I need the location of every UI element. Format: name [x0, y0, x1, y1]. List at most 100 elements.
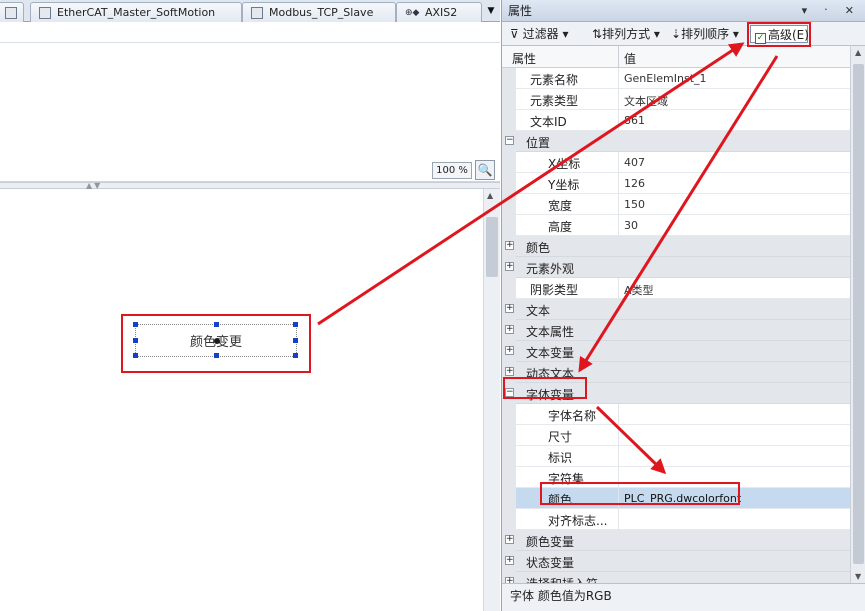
document-tab-modbus-slave[interactable]: Modbus_TCP_Slave: [242, 2, 396, 22]
property-name: 阴影类型: [530, 283, 579, 297]
chevron-down-icon[interactable]: ▼: [484, 4, 498, 18]
expand-icon[interactable]: +: [505, 304, 514, 313]
property-category-row[interactable]: + 元素外观: [502, 257, 850, 278]
column-divider: [618, 509, 619, 530]
property-category-row[interactable]: + 颜色: [502, 236, 850, 257]
properties-title-bar: 属性 ▾ ᛫ ✕: [502, 0, 865, 22]
property-name: 元素类型: [530, 94, 579, 108]
document-tab-0[interactable]: [0, 2, 24, 22]
panel-title: 属性: [508, 4, 533, 18]
row-gutter: [502, 68, 516, 89]
property-name: 元素名称: [530, 73, 579, 87]
expand-icon[interactable]: +: [505, 241, 514, 250]
sort-by-label: 排列方式: [602, 27, 651, 41]
panel-window-buttons[interactable]: ▾ ᛫ ✕: [802, 0, 860, 22]
property-row[interactable]: 字体名称: [502, 404, 850, 425]
property-value[interactable]: 407: [624, 156, 645, 169]
property-row[interactable]: 元素类型 文本区域: [502, 89, 850, 110]
row-gutter: [502, 425, 516, 446]
property-value[interactable]: 861: [624, 114, 645, 127]
property-category-row[interactable]: + 文本: [502, 299, 850, 320]
row-gutter: [502, 404, 516, 425]
property-row[interactable]: 尺寸: [502, 425, 850, 446]
document-tab-ethercat-master[interactable]: EtherCAT_Master_SoftMotion: [30, 2, 242, 22]
scroll-thumb[interactable]: [486, 217, 498, 277]
filter-button[interactable]: ⊽ 过滤器 ▾: [510, 25, 568, 43]
property-name: 颜色: [526, 241, 551, 255]
property-row[interactable]: 文本ID 861: [502, 110, 850, 131]
scroll-thumb[interactable]: [853, 64, 864, 564]
editor-splitter[interactable]: ▲▼: [0, 181, 500, 190]
annotation-box-advanced: [747, 22, 811, 47]
sort-by-icon: ⇅: [592, 27, 603, 41]
zoom-level-field[interactable]: 100 %: [432, 162, 472, 179]
column-header-value[interactable]: 值: [624, 50, 636, 67]
column-divider: [618, 446, 619, 467]
property-row[interactable]: Y坐标 126: [502, 173, 850, 194]
property-row[interactable]: 对齐标志...: [502, 509, 850, 530]
visualization-canvas[interactable]: [0, 189, 483, 611]
column-divider: [618, 68, 619, 89]
property-row[interactable]: X坐标 407: [502, 152, 850, 173]
property-category-row[interactable]: − 位置: [502, 131, 850, 152]
device-icon: [251, 6, 263, 19]
annotation-box-color-value: [540, 482, 740, 505]
property-value[interactable]: 126: [624, 177, 645, 190]
property-category-row[interactable]: +选择和插入符...: [502, 572, 850, 583]
property-value[interactable]: GenElemInst_1: [624, 72, 707, 85]
property-name: 宽度: [548, 199, 573, 213]
row-gutter: [502, 152, 516, 173]
sort-by-button[interactable]: ⇅排列方式 ▾: [592, 25, 660, 43]
expand-icon[interactable]: +: [505, 556, 514, 565]
scroll-up-icon[interactable]: ▲: [487, 191, 493, 200]
property-value[interactable]: A类型: [624, 282, 654, 298]
sort-order-icon: ⇣: [671, 27, 682, 41]
expand-icon[interactable]: +: [505, 325, 514, 334]
property-description: 字体 颜色值为RGB: [502, 583, 865, 611]
expand-icon[interactable]: +: [505, 367, 514, 376]
chevron-down-icon: ▾: [558, 27, 569, 41]
column-divider[interactable]: [618, 46, 619, 68]
grid-vertical-scrollbar[interactable]: ▲ ▼: [850, 46, 865, 583]
row-gutter: [502, 110, 516, 131]
property-row[interactable]: 宽度 150: [502, 194, 850, 215]
device-icon: [39, 6, 51, 19]
property-name: 选择和插入符...: [526, 575, 609, 583]
document-tab-axis2[interactable]: ⊕◆ AXIS2: [396, 2, 482, 22]
property-row[interactable]: 标识: [502, 446, 850, 467]
scroll-down-icon[interactable]: ▼: [855, 572, 861, 581]
row-gutter: [502, 278, 516, 299]
column-header-name[interactable]: 属性: [512, 50, 536, 67]
expand-icon[interactable]: +: [505, 262, 514, 271]
filter-label: 过滤器: [522, 27, 559, 41]
property-category-row[interactable]: + 状态变量: [502, 551, 850, 572]
property-category-row[interactable]: + 文本变量: [502, 341, 850, 362]
property-name: 字体名称: [548, 409, 597, 423]
column-divider: [618, 425, 619, 446]
row-gutter: [502, 173, 516, 194]
property-name: 文本: [526, 304, 551, 318]
expand-icon[interactable]: +: [505, 346, 514, 355]
property-value[interactable]: 文本区域: [624, 93, 668, 109]
column-divider: [618, 110, 619, 131]
property-row[interactable]: 元素名称 GenElemInst_1: [502, 68, 850, 89]
chevron-down-icon: ▾: [729, 27, 739, 41]
property-row[interactable]: 阴影类型 A类型: [502, 278, 850, 299]
row-gutter: [502, 215, 516, 236]
chevron-down-icon: ▾: [650, 27, 660, 41]
axis-icon: ⊕◆: [405, 7, 420, 18]
expand-icon[interactable]: +: [505, 535, 514, 544]
canvas-vertical-scrollbar[interactable]: ▲: [483, 189, 500, 611]
property-category-row[interactable]: + 颜色变量: [502, 530, 850, 551]
filter-icon: ⊽: [510, 27, 523, 41]
zoom-icon[interactable]: 🔍: [475, 160, 495, 180]
property-value[interactable]: 30: [624, 219, 638, 232]
property-name: 位置: [526, 136, 551, 150]
column-divider: [618, 89, 619, 110]
sort-order-button[interactable]: ⇣排列顺序 ▾: [671, 25, 739, 43]
property-value[interactable]: 150: [624, 198, 645, 211]
scroll-up-icon[interactable]: ▲: [855, 48, 861, 57]
property-category-row[interactable]: + 文本属性: [502, 320, 850, 341]
property-row[interactable]: 高度 30: [502, 215, 850, 236]
collapse-icon[interactable]: −: [505, 136, 514, 145]
